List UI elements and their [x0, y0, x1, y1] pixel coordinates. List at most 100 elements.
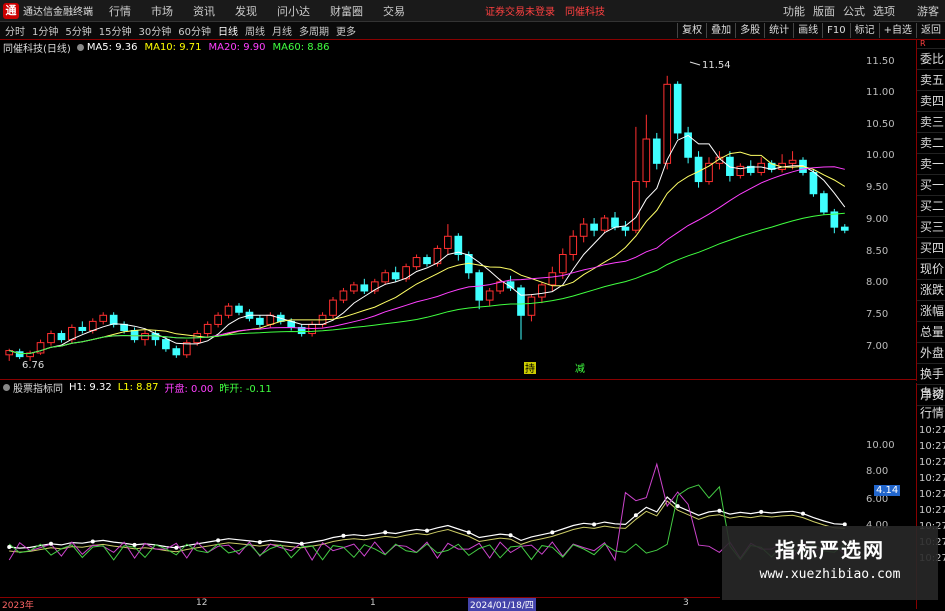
panel-buy2[interactable]: 买二	[917, 196, 945, 217]
menu-gongneng[interactable]: 功能	[783, 3, 805, 19]
candle-body	[57, 333, 66, 341]
period-5min[interactable]: 5分钟	[65, 23, 91, 38]
indicator-dot	[550, 530, 555, 535]
multi-stock-button[interactable]: 多股	[735, 23, 764, 38]
overlay-button[interactable]: 叠加	[706, 23, 735, 38]
candle-body	[266, 314, 275, 325]
panel-change-pct[interactable]: 涨幅	[917, 301, 945, 322]
candle-body	[130, 329, 139, 341]
app-logo-icon: 通	[3, 2, 19, 19]
panel-price[interactable]: 现价	[917, 259, 945, 280]
indicator-dot	[425, 528, 429, 533]
panel-sell3[interactable]: 卖三	[917, 112, 945, 133]
date-tick: 12	[196, 598, 208, 608]
panel-buy4[interactable]: 买四	[917, 238, 945, 259]
panel-sell4[interactable]: 卖四	[917, 91, 945, 112]
price-tick: 11.50	[866, 56, 895, 67]
period-daily[interactable]: 日线	[218, 23, 238, 38]
price-tick: 7.00	[866, 341, 889, 352]
indicator-current-value: 4.14	[874, 485, 901, 496]
menu-hangqing[interactable]: 行情	[109, 3, 131, 19]
guest-button[interactable]: 游客	[917, 3, 939, 19]
mark-button[interactable]: 标记	[849, 23, 879, 38]
menu-xuanxiang[interactable]: 选项	[873, 3, 895, 19]
panel-change[interactable]: 涨跌	[917, 280, 945, 301]
indicator-dot	[633, 513, 638, 518]
panel-sell1[interactable]: 卖一	[917, 154, 945, 175]
login-notice[interactable]: 证券交易未登录	[485, 3, 555, 18]
back-button[interactable]: 返回	[916, 23, 945, 38]
menu-wenxiaoda[interactable]: 问小达	[277, 3, 310, 19]
yest-open-label: 昨开: -0.11	[219, 383, 272, 395]
panel-outer[interactable]: 外盘	[917, 343, 945, 364]
menu-gongshi[interactable]: 公式	[843, 3, 865, 19]
candle-body	[78, 326, 87, 331]
candle-body	[203, 323, 212, 335]
panel-buy3[interactable]: 买三	[917, 217, 945, 238]
candle-body	[611, 217, 619, 228]
period-15min[interactable]: 15分钟	[99, 23, 132, 38]
candle-body	[485, 290, 494, 301]
period-monthly[interactable]: 月线	[272, 23, 292, 38]
candle-body	[141, 333, 149, 341]
h1-label: H1: 9.32	[69, 381, 112, 393]
candle-body	[652, 138, 661, 164]
period-60min[interactable]: 60分钟	[178, 23, 211, 38]
candle-body	[423, 257, 431, 265]
period-1min[interactable]: 1分钟	[32, 23, 58, 38]
indicator-tick: 8.00	[866, 466, 889, 477]
menu-shichang[interactable]: 市场	[151, 3, 173, 19]
panel-weibi[interactable]: 委比	[917, 49, 945, 70]
tick-time: 10:27	[919, 425, 945, 436]
menu-zixun[interactable]: 资讯	[193, 3, 215, 19]
panel-top-marker: R	[917, 40, 945, 49]
settings-dot-icon[interactable]	[3, 383, 10, 391]
candle-body	[558, 254, 567, 274]
menu-caifuquan[interactable]: 财富圈	[330, 3, 363, 19]
candle-body	[663, 83, 672, 164]
candle-body	[579, 223, 588, 237]
price-tick: 10.00	[866, 150, 895, 161]
candle-body	[527, 296, 536, 316]
price-tick: 9.00	[866, 214, 889, 225]
indicator-dot	[592, 522, 597, 527]
period-fenshi[interactable]: 分时	[5, 23, 25, 38]
panel-turnover[interactable]: 换手	[917, 364, 945, 385]
quote-panel: R 委比 卖五 卖四 卖三 卖二 卖一 买一 买二 买三 买四 现价 涨跌 涨幅…	[916, 40, 945, 406]
fuquan-button[interactable]: 复权	[677, 23, 706, 38]
f10-button[interactable]: F10	[822, 23, 849, 38]
auto-label[interactable]: 自动	[917, 383, 945, 403]
candle-body	[517, 287, 525, 316]
l1-label: L1: 8.87	[117, 381, 159, 393]
candle-body	[809, 171, 818, 195]
panel-sell2[interactable]: 卖二	[917, 133, 945, 154]
candle-body	[329, 299, 337, 316]
sell-mark: 减	[575, 363, 585, 375]
indicator-tick: 10.00	[866, 440, 895, 451]
panel-sell5[interactable]: 卖五	[917, 70, 945, 91]
tick-time: 10:27	[919, 441, 945, 452]
panel-volume[interactable]: 总量	[917, 322, 945, 343]
brand-label: 同催科技	[565, 7, 605, 18]
period-weekly[interactable]: 周线	[245, 23, 265, 38]
menu-jiaoyi[interactable]: 交易	[383, 3, 405, 19]
price-tick: 10.50	[866, 119, 895, 130]
candle-body	[339, 290, 348, 301]
panel-buy1[interactable]: 买一	[917, 175, 945, 196]
indicator-dot	[675, 504, 680, 509]
app-title: 通达信金融终端	[23, 7, 93, 18]
open-label: 开盘: 0.00	[164, 383, 214, 395]
candle-body	[673, 83, 682, 134]
period-more[interactable]: 更多	[336, 23, 356, 38]
menu-banmian[interactable]: 版面	[813, 3, 835, 19]
add-watchlist-button[interactable]: +自选	[878, 23, 916, 38]
menu-faxian[interactable]: 发现	[235, 3, 257, 19]
candle-body	[632, 181, 640, 231]
period-30min[interactable]: 30分钟	[138, 23, 171, 38]
period-multi[interactable]: 多周期	[299, 23, 329, 38]
quote-label[interactable]: 行情	[917, 403, 945, 423]
indicator-dot	[90, 539, 95, 544]
stats-button[interactable]: 统计	[764, 23, 793, 38]
candlestick-chart[interactable]: 11.54 6.76 持 减	[0, 40, 916, 381]
draw-line-button[interactable]: 画线	[793, 23, 822, 38]
